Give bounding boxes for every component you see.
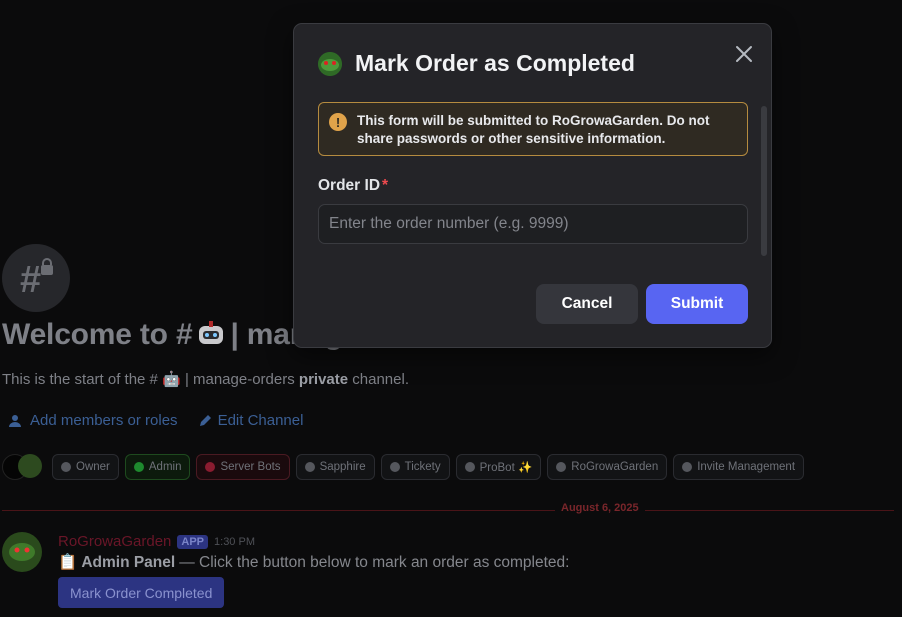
role-chip[interactable]: Admin [124,454,191,480]
robot-icon [196,318,226,356]
role-chip[interactable]: ProBot ✨ [455,454,542,480]
robot-small-icon: 🤖 [162,371,181,388]
role-chip[interactable]: Tickety [380,454,450,480]
mark-order-completed-button[interactable]: Mark Order Completed [58,577,225,608]
clipboard-icon: 📋 [58,554,78,571]
close-icon [736,46,752,62]
warning-banner: ! This form will be submitted to RoGrowa… [318,102,748,156]
app-badge: APP [177,534,209,549]
modal-scrollbar[interactable] [761,106,767,256]
warning-icon: ! [329,113,347,131]
role-chip[interactable]: Owner [52,454,119,480]
order-id-label: Order ID * [318,177,389,194]
role-list: Owner Admin Server Bots Sapphire Tickety… [2,454,805,480]
message-header: RoGrowaGarden APP 1:30 PM [58,533,255,550]
pencil-icon [199,414,211,426]
date-divider: August 6, 2025 [555,502,645,514]
role-chip[interactable]: Server Bots [196,454,290,480]
mark-order-modal: Mark Order as Completed ! This form will… [293,23,772,348]
modal-title: Mark Order as Completed [355,50,635,76]
message-avatar[interactable] [2,532,42,572]
app-logo-icon [318,52,342,76]
message-author[interactable]: RoGrowaGarden [58,533,171,550]
channel-actions: Add members or roles Edit Channel [8,412,303,429]
order-id-input[interactable] [318,204,748,244]
edit-channel-link[interactable]: Edit Channel [198,412,303,429]
close-button[interactable] [730,40,758,68]
role-chip[interactable]: Invite Management [673,454,805,480]
role-chip[interactable]: Sapphire [295,454,375,480]
role-chip[interactable]: RoGrowaGarden [547,454,668,480]
required-mark: * [382,177,389,194]
message-content: 📋 Admin Panel — Click the button below t… [58,553,570,572]
svg-text:#: # [20,259,41,298]
date-divider-line [2,510,894,511]
cancel-button[interactable]: Cancel [536,284,638,324]
warning-text: This form will be submitted to RoGrowaGa… [357,113,710,146]
message-timestamp: 1:30 PM [214,535,255,548]
add-members-link[interactable]: Add members or roles [8,412,178,429]
submit-button[interactable]: Submit [646,284,748,324]
avatar[interactable] [18,454,42,478]
add-user-icon [9,414,21,427]
member-avatars [2,454,42,480]
channel-start-text: This is the start of the # 🤖 | manage-or… [2,371,409,388]
channel-lock-icon: # [2,244,70,312]
